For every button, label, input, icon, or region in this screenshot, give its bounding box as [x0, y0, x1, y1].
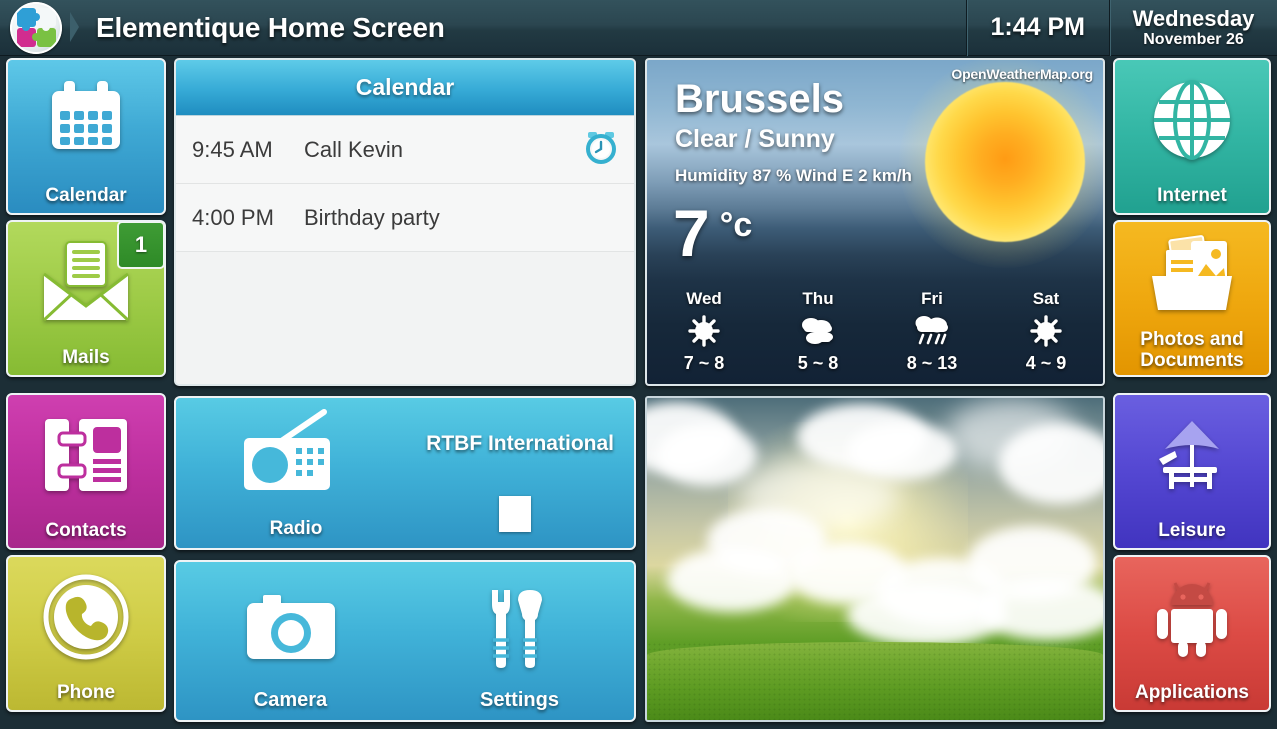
sidebar-item-label: Contacts	[45, 520, 127, 541]
phone-handset-icon	[8, 557, 164, 676]
calendar-widget-header: Calendar	[176, 60, 634, 116]
photo-frame-landscape[interactable]	[645, 396, 1105, 722]
calendar-event-time: 9:45 AM	[192, 136, 273, 162]
contacts-card-icon	[8, 395, 164, 514]
android-robot-icon	[1115, 557, 1269, 676]
camera-icon	[176, 574, 405, 684]
forecast-temp-range: 5 ~ 8	[797, 353, 839, 373]
sidebar-item-calendar[interactable]: Calendar	[6, 58, 166, 215]
calendar-icon	[8, 60, 164, 179]
forecast-day-name: Sat	[1032, 289, 1060, 308]
calendar-event-title: Birthday party	[304, 204, 440, 230]
puzzle-logo-icon	[10, 1, 62, 54]
forecast-day-name: Wed	[686, 289, 722, 308]
forecast-temp-range: 8 ~ 13	[906, 353, 958, 373]
tools-widget: Camera Settings	[174, 560, 636, 722]
forecast-day[interactable]: Fri 8 ~ 13	[875, 288, 989, 384]
calendar-event-row[interactable]: 9:45 AM Call Kevin	[176, 116, 634, 184]
forecast-day-name: Thu	[802, 289, 834, 308]
clock-widget[interactable]: 1:44 PM	[965, 0, 1109, 56]
radio-label: Radio	[269, 518, 323, 539]
current-weekday: Wednesday	[1132, 5, 1255, 31]
weather-city: Brussels	[675, 77, 844, 121]
calendar-widget-title: Calendar	[355, 74, 455, 100]
sidebar-item-label: Internet	[1157, 185, 1227, 206]
sidebar-item-internet[interactable]: Internet	[1113, 58, 1271, 215]
sidebar-item-label-line1: Photos and	[1140, 329, 1244, 350]
header-chevron-separator	[68, 0, 82, 56]
weather-forecast-strip: Wed 7 ~ 8 Thu 5 ~ 8 Fri 8 ~ 13 Sat 4 ~ 9	[647, 288, 1103, 384]
weather-temperature: 7 °c	[673, 200, 752, 266]
forecast-temp-range: 4 ~ 9	[1025, 353, 1067, 373]
stop-square-icon[interactable]	[499, 496, 531, 532]
forecast-day[interactable]: Sat 4 ~ 9	[989, 288, 1103, 384]
radio-widget[interactable]: Radio RTBF International	[174, 396, 636, 550]
cloudy-icon	[797, 311, 839, 351]
sidebar-item-phone[interactable]: Phone	[6, 555, 166, 712]
calendar-empty-area	[176, 252, 634, 384]
forecast-day[interactable]: Wed 7 ~ 8	[647, 288, 761, 384]
camera-button[interactable]: Camera	[176, 562, 405, 720]
mails-unread-badge: 1	[117, 222, 164, 269]
grass-field	[647, 642, 1103, 720]
radio-icon	[238, 408, 350, 501]
sidebar-item-photos-and-documents[interactable]: Photos and Documents	[1113, 220, 1271, 377]
header-status-area: 1:44 PM Wednesday November 26	[965, 0, 1277, 56]
calendar-widget[interactable]: Calendar 9:45 AM Call Kevin 4:00 PM Birt…	[174, 58, 636, 386]
calendar-event-title: Call Kevin	[304, 136, 404, 162]
settings-button[interactable]: Settings	[405, 562, 634, 720]
weather-widget[interactable]: OpenWeatherMap.org Brussels Clear / Sunn…	[645, 58, 1105, 386]
radio-station-name: RTBF International	[426, 432, 614, 455]
sidebar-item-label: Applications	[1134, 682, 1249, 703]
sidebar-item-leisure[interactable]: Leisure	[1113, 393, 1271, 550]
sidebar-item-mails[interactable]: 1 Mails	[6, 220, 166, 377]
sidebar-item-label: Mails	[62, 347, 110, 368]
settings-label: Settings	[480, 689, 559, 711]
forecast-day-name: Fri	[921, 289, 943, 308]
sidebar-item-label: Photos and Documents	[1115, 329, 1269, 371]
forecast-temp-range: 7 ~ 8	[683, 353, 725, 373]
weather-temperature-unit: °c	[719, 206, 753, 244]
calendar-event-time: 4:00 PM	[192, 204, 274, 230]
home-screen-grid: Calendar 1 Mails Contacts Phone Internet…	[0, 56, 1277, 729]
sidebar-item-label: Phone	[56, 682, 116, 703]
weather-temperature-value: 7	[673, 196, 710, 270]
weather-source-label: OpenWeatherMap.org	[951, 66, 1093, 82]
forecast-day[interactable]: Thu 5 ~ 8	[761, 288, 875, 384]
globe-icon	[1115, 60, 1269, 179]
sidebar-item-label: Calendar	[45, 185, 127, 206]
camera-label: Camera	[253, 689, 328, 711]
beach-chair-umbrella-icon	[1115, 395, 1269, 514]
weather-details: Humidity 87 % Wind E 2 km/h	[675, 166, 912, 185]
calendar-event-row[interactable]: 4:00 PM Birthday party	[176, 184, 634, 252]
rain-icon	[911, 311, 953, 351]
sidebar-item-applications[interactable]: Applications	[1113, 555, 1271, 712]
sun-icon	[687, 311, 721, 351]
sidebar-item-label: Leisure	[1158, 520, 1226, 541]
current-time: 1:44 PM	[990, 13, 1085, 41]
sidebar-item-contacts[interactable]: Contacts	[6, 393, 166, 550]
current-date: November 26	[1143, 30, 1244, 48]
sun-icon	[1029, 311, 1063, 351]
weather-condition: Clear / Sunny	[675, 125, 835, 153]
page-title: Elementique Home Screen	[96, 11, 445, 43]
alarm-clock-icon[interactable]	[584, 130, 618, 169]
top-header-bar: Elementique Home Screen 1:44 PM Wednesda…	[0, 0, 1277, 56]
date-widget[interactable]: Wednesday November 26	[1109, 0, 1277, 56]
folder-photos-icon	[1115, 222, 1269, 325]
sidebar-item-label-line2: Documents	[1140, 350, 1244, 371]
wrench-screwdriver-icon	[405, 574, 634, 684]
sun-icon	[925, 82, 1085, 242]
